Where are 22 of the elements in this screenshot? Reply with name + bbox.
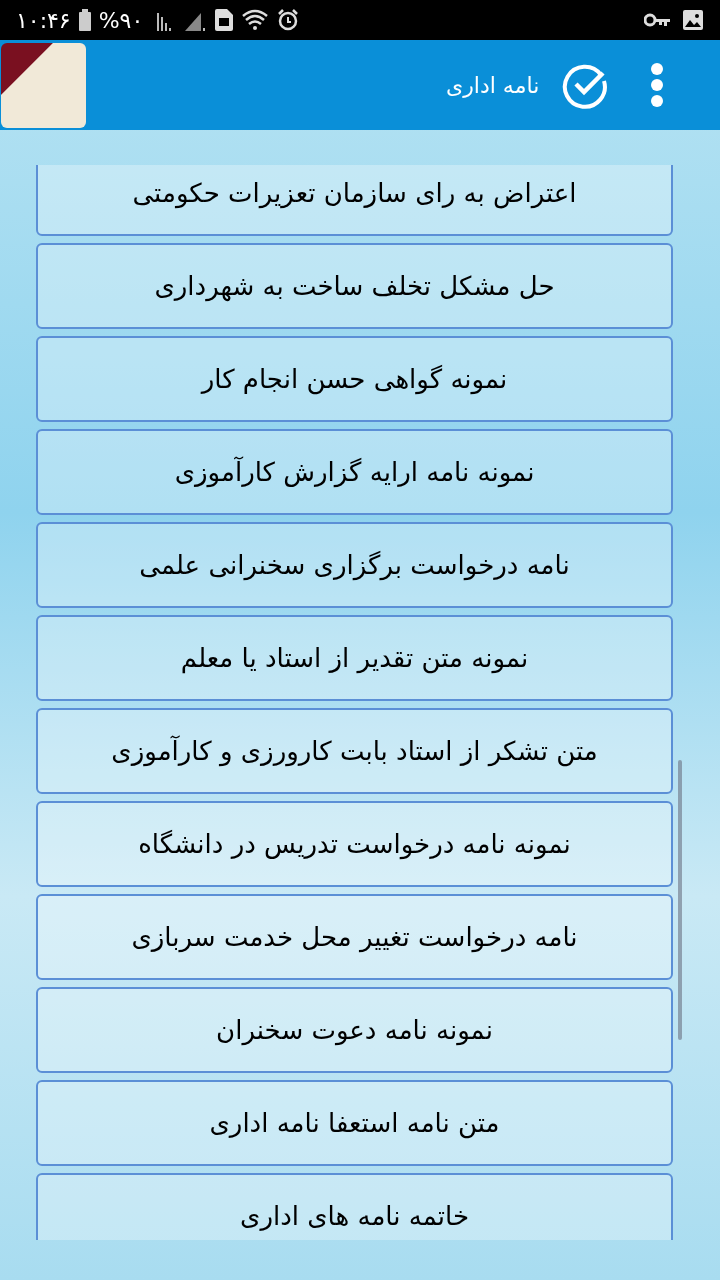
list-item[interactable]: نمونه نامه دعوت سخنران xyxy=(36,987,673,1073)
image-icon xyxy=(682,9,704,31)
list-item[interactable]: متن نامه استعفا نامه اداری xyxy=(36,1080,673,1166)
list-item[interactable]: نامه درخواست تغییر محل خدمت سربازی xyxy=(36,894,673,980)
battery-icon xyxy=(78,9,91,31)
list-item[interactable]: خاتمه نامه های اداری xyxy=(36,1173,673,1240)
list-item[interactable]: اعتراض به رای سازمان تعزیرات حکومتی xyxy=(36,165,673,236)
list-item[interactable]: متن تشکر از استاد بابت کارورزی و کارآموزی xyxy=(36,708,673,794)
app-title: نامه اداری xyxy=(446,71,540,100)
list-item[interactable]: نامه درخواست برگزاری سخنرانی علمی xyxy=(36,522,673,608)
list-item[interactable]: نمونه گواهی حسن انجام کار xyxy=(36,336,673,422)
battery-percent: %۹۰ xyxy=(98,6,144,35)
list-item[interactable]: نمونه نامه ارایه گزارش کارآموزی xyxy=(36,429,673,515)
wifi-icon xyxy=(241,9,270,31)
more-vertical-icon xyxy=(650,62,665,108)
list-item[interactable]: حل مشکل تخلف ساخت به شهرداری xyxy=(36,243,673,329)
list-item[interactable]: نمونه نامه درخواست تدریس در دانشگاه xyxy=(36,801,673,887)
alarm-clock-icon xyxy=(277,9,300,31)
list-item[interactable]: نمونه متن تقدیر از استاد یا معلم xyxy=(36,615,673,701)
key-icon xyxy=(644,13,670,27)
clock: ۱۰:۴۶ xyxy=(16,6,71,35)
sim-card-icon xyxy=(215,9,234,31)
